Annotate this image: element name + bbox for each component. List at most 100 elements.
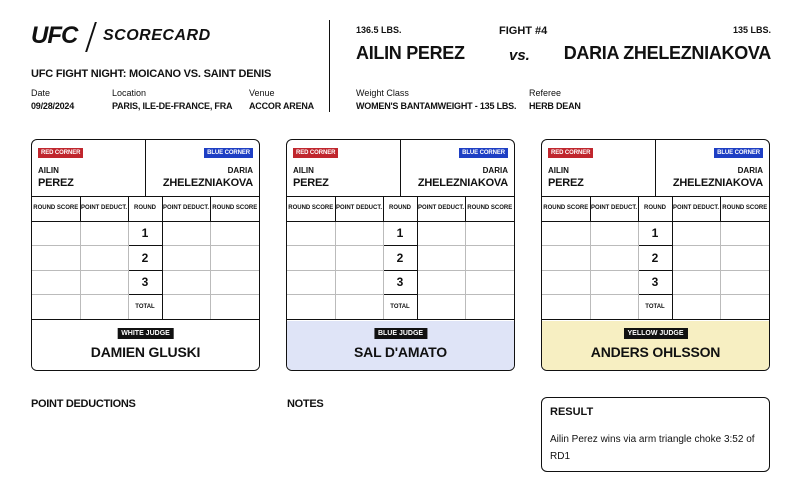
round-score-header: ROUND SCORE [542, 197, 591, 222]
corner-header: RED CORNER AILIN PEREZ BLUE CORNER DARIA… [32, 140, 259, 197]
blue-point-deduct-cell[interactable] [671, 245, 721, 271]
judge-name: ANDERS OHLSSON [590, 344, 721, 360]
red-point-deduct-cell[interactable] [79, 245, 129, 271]
red-point-deduct-cell[interactable] [589, 245, 639, 271]
red-total-cell[interactable] [542, 294, 591, 320]
blue-fighter-first: DARIA [737, 166, 763, 175]
point-deduct-header: POINT DEDUCT. [79, 197, 129, 222]
blue-point-deduct-cell[interactable] [671, 269, 721, 295]
blue-point-deduct-cell[interactable] [416, 269, 466, 295]
red-point-deduct-cell[interactable] [589, 269, 639, 295]
blue-point-deduct-cell[interactable] [161, 269, 211, 295]
red-round-score-cell[interactable] [542, 220, 591, 246]
result-box: RESULT Ailin Perez wins via arm triangle… [541, 397, 770, 472]
total-row: TOTAL [32, 294, 259, 320]
blue-point-deduct-cell[interactable] [416, 220, 466, 246]
blue-round-score-cell[interactable] [209, 245, 259, 271]
red-fighter-last: PEREZ [548, 177, 584, 189]
referee-label: Referee [529, 88, 562, 98]
logo-divider [85, 22, 97, 52]
blue-total-cell[interactable] [209, 294, 259, 320]
corner-header: RED CORNER AILIN PEREZ BLUE CORNER DARIA… [542, 140, 769, 197]
round-number: 3 [637, 269, 673, 295]
red-total-deduct-cell[interactable] [79, 294, 129, 320]
corner-header: RED CORNER AILIN PEREZ BLUE CORNER DARIA… [287, 140, 514, 197]
blue-round-score-cell[interactable] [719, 269, 769, 295]
round-number: 1 [637, 220, 673, 246]
round-row: 1 [542, 220, 769, 246]
round-score-header: ROUND SCORE [719, 197, 769, 222]
blue-total-deduct-cell[interactable] [671, 294, 721, 320]
round-row: 2 [32, 245, 259, 271]
corner-divider [400, 140, 401, 197]
blue-point-deduct-cell[interactable] [416, 245, 466, 271]
result-title: RESULT [550, 406, 594, 418]
judge-name: SAL D'AMATO [354, 344, 447, 360]
total-row: TOTAL [542, 294, 769, 320]
weight-class-value: WOMEN'S BANTAMWEIGHT - 135 LBS. [356, 101, 517, 111]
score-table-header: ROUND SCORE POINT DEDUCT. ROUND POINT DE… [542, 197, 769, 222]
point-deduct-header: POINT DEDUCT. [161, 197, 211, 222]
location-value: PARIS, ILE-DE-FRANCE, FRA [112, 101, 233, 111]
red-round-score-cell[interactable] [287, 220, 336, 246]
blue-round-score-cell[interactable] [209, 220, 259, 246]
red-point-deduct-cell[interactable] [79, 220, 129, 246]
blue-point-deduct-cell[interactable] [671, 220, 721, 246]
fighter-a-name: AILIN PEREZ [356, 43, 465, 63]
red-corner-tag: RED CORNER [293, 148, 339, 158]
red-point-deduct-cell[interactable] [589, 220, 639, 246]
red-fighter-last: PEREZ [38, 177, 74, 189]
red-round-score-cell[interactable] [287, 269, 336, 295]
round-number: 3 [382, 269, 418, 295]
blue-round-score-cell[interactable] [719, 220, 769, 246]
blue-round-score-cell[interactable] [464, 220, 514, 246]
blue-point-deduct-cell[interactable] [161, 245, 211, 271]
red-total-cell[interactable] [32, 294, 81, 320]
red-corner-tag: RED CORNER [38, 148, 84, 158]
judge-name: DAMIEN GLUSKI [90, 344, 201, 360]
round-number: 2 [637, 245, 673, 271]
red-fighter-first: AILIN [38, 166, 59, 175]
red-round-score-cell[interactable] [32, 245, 81, 271]
red-fighter-last: PEREZ [293, 177, 329, 189]
red-round-score-cell[interactable] [287, 245, 336, 271]
blue-corner-tag: BLUE CORNER [204, 148, 253, 158]
red-round-score-cell[interactable] [542, 245, 591, 271]
red-fighter-first: AILIN [293, 166, 314, 175]
blue-point-deduct-cell[interactable] [161, 220, 211, 246]
corner-divider [145, 140, 146, 197]
weight-class-label: Weight Class [356, 88, 409, 98]
round-row: 3 [542, 269, 769, 295]
red-total-deduct-cell[interactable] [589, 294, 639, 320]
red-total-cell[interactable] [287, 294, 336, 320]
red-point-deduct-cell[interactable] [334, 245, 384, 271]
red-round-score-cell[interactable] [32, 269, 81, 295]
round-number: 1 [127, 220, 163, 246]
blue-total-deduct-cell[interactable] [416, 294, 466, 320]
judge-scorecard: RED CORNER AILIN PEREZ BLUE CORNER DARIA… [286, 139, 515, 371]
red-total-deduct-cell[interactable] [334, 294, 384, 320]
blue-fighter-first: DARIA [227, 166, 253, 175]
referee-value: HERB DEAN [529, 101, 581, 111]
point-deduct-header: POINT DEDUCT. [334, 197, 384, 222]
red-point-deduct-cell[interactable] [334, 269, 384, 295]
blue-fighter-last: ZHELEZNIAKOVA [417, 177, 508, 189]
point-deduct-header: POINT DEDUCT. [671, 197, 721, 222]
blue-total-cell[interactable] [719, 294, 769, 320]
blue-round-score-cell[interactable] [209, 269, 259, 295]
red-round-score-cell[interactable] [542, 269, 591, 295]
total-label: TOTAL [382, 294, 418, 320]
round-number: 2 [382, 245, 418, 271]
score-table: ROUND SCORE POINT DEDUCT. ROUND POINT DE… [542, 197, 769, 320]
red-round-score-cell[interactable] [32, 220, 81, 246]
score-table: ROUND SCORE POINT DEDUCT. ROUND POINT DE… [287, 197, 514, 320]
round-row: 3 [287, 269, 514, 295]
red-point-deduct-cell[interactable] [334, 220, 384, 246]
blue-total-deduct-cell[interactable] [161, 294, 211, 320]
blue-round-score-cell[interactable] [464, 269, 514, 295]
round-row: 1 [32, 220, 259, 246]
blue-round-score-cell[interactable] [719, 245, 769, 271]
blue-total-cell[interactable] [464, 294, 514, 320]
blue-round-score-cell[interactable] [464, 245, 514, 271]
red-point-deduct-cell[interactable] [79, 269, 129, 295]
